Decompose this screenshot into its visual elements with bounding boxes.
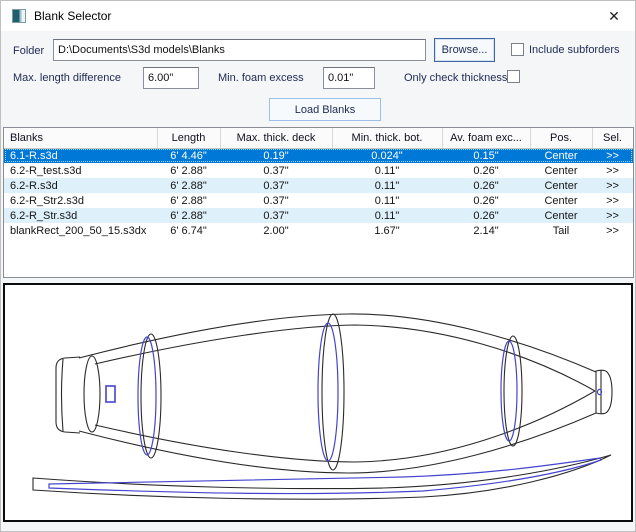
only-check-thickness-label: Only check thickness: [404, 72, 507, 84]
table-row[interactable]: 6.2-R_Str2.s3d6' 2.88"0.37"0.11"0.26"Cen…: [4, 193, 633, 208]
cell-av-foam: 2.14": [442, 223, 530, 238]
tail-stringer-mark: [106, 386, 115, 402]
cell-min-thick-bot: 0.11": [332, 163, 442, 178]
cell-name: 6.2-R_Str2.s3d: [4, 193, 157, 208]
only-check-thickness-checkbox[interactable]: [507, 70, 520, 83]
cell-max-thick-deck: 0.37": [220, 208, 332, 223]
browse-button[interactable]: Browse...: [434, 38, 495, 62]
cell-min-thick-bot: 0.11": [332, 193, 442, 208]
window-title: Blank Selector: [34, 9, 111, 23]
cell-av-foam: 0.26": [442, 208, 530, 223]
section-1-blank: [141, 334, 161, 458]
select-blank-button[interactable]: >>: [592, 178, 633, 193]
cell-length: 6' 2.88": [157, 178, 220, 193]
include-subfolders-label: Include subforders: [529, 44, 620, 56]
cell-av-foam: 0.15": [442, 148, 530, 163]
tail-cap: [56, 357, 80, 433]
section-2-blank: [322, 314, 344, 470]
cell-max-thick-deck: 0.19": [220, 148, 332, 163]
section-2-board: [318, 323, 338, 461]
cell-min-thick-bot: 1.67": [332, 223, 442, 238]
cell-pos: Center: [530, 178, 592, 193]
folder-path-input[interactable]: [53, 39, 426, 61]
cell-max-thick-deck: 0.37": [220, 178, 332, 193]
blank-preview-panel: [3, 283, 633, 522]
column-header-av-foam-excess[interactable]: Av. foam exc...: [442, 128, 530, 148]
cell-name: 6.2-R_test.s3d: [4, 163, 157, 178]
column-header-blanks[interactable]: Blanks: [4, 128, 157, 148]
include-subfolders-checkbox[interactable]: [511, 43, 524, 56]
select-blank-button[interactable]: >>: [592, 163, 633, 178]
cell-pos: Center: [530, 208, 592, 223]
nose-cap: [596, 370, 612, 414]
section-3-board: [501, 341, 517, 441]
cell-min-thick-bot: 0.11": [332, 208, 442, 223]
blanks-table: Blanks Length Max. thick. deck Min. thic…: [3, 127, 634, 278]
cell-name: 6.2-R.s3d: [4, 178, 157, 193]
cell-pos: Tail: [530, 223, 592, 238]
tail-section-curve: [84, 356, 100, 432]
section-3-blank: [504, 336, 522, 446]
cell-name: blankRect_200_50_15.s3dx: [4, 223, 157, 238]
table-row[interactable]: 6.1-R.s3d6' 4.46"0.19"0.024"0.15"Center>…: [4, 148, 633, 163]
max-length-difference-input[interactable]: [143, 67, 199, 89]
cell-max-thick-deck: 0.37": [220, 193, 332, 208]
folder-label: Folder: [13, 45, 44, 57]
min-foam-excess-label: Min. foam excess: [218, 72, 304, 84]
table-row[interactable]: 6.2-R_test.s3d6' 2.88"0.37"0.11"0.26"Cen…: [4, 163, 633, 178]
title-bar: Blank Selector ✕: [1, 1, 635, 31]
cell-max-thick-deck: 2.00": [220, 223, 332, 238]
cell-length: 6' 2.88": [157, 193, 220, 208]
app-icon: [12, 9, 26, 23]
cell-length: 6' 6.74": [157, 223, 220, 238]
table-row[interactable]: 6.2-R_Str.s3d6' 2.88"0.37"0.11"0.26"Cent…: [4, 208, 633, 223]
cell-min-thick-bot: 0.11": [332, 178, 442, 193]
cell-av-foam: 0.26": [442, 178, 530, 193]
cell-av-foam: 0.26": [442, 163, 530, 178]
cell-name: 6.1-R.s3d: [4, 148, 157, 163]
blank-selector-dialog: Blank Selector ✕ Folder Browse... Includ…: [0, 0, 636, 532]
cell-pos: Center: [530, 163, 592, 178]
column-header-pos[interactable]: Pos.: [530, 128, 592, 148]
column-header-sel[interactable]: Sel.: [592, 128, 633, 148]
table-row[interactable]: 6.2-R.s3d6' 2.88"0.37"0.11"0.26"Center>>: [4, 178, 633, 193]
board-overlay-drawing: [5, 285, 631, 520]
close-icon[interactable]: ✕: [603, 7, 625, 25]
column-header-min-thick-bot[interactable]: Min. thick. bot.: [332, 128, 442, 148]
max-length-difference-label: Max. length difference: [13, 72, 121, 84]
cell-pos: Center: [530, 148, 592, 163]
cell-av-foam: 0.26": [442, 193, 530, 208]
tail-cap-inner-edge: [62, 359, 64, 431]
cell-length: 6' 4.46": [157, 148, 220, 163]
column-header-length[interactable]: Length: [157, 128, 220, 148]
select-blank-button[interactable]: >>: [592, 208, 633, 223]
blank-table-body: 6.1-R.s3d6' 4.46"0.19"0.024"0.15"Center>…: [4, 148, 633, 238]
cell-min-thick-bot: 0.024": [332, 148, 442, 163]
min-foam-excess-input[interactable]: [323, 67, 375, 89]
load-blanks-button[interactable]: Load Blanks: [269, 98, 381, 121]
select-blank-button[interactable]: >>: [592, 223, 633, 238]
select-blank-button[interactable]: >>: [592, 193, 633, 208]
cell-length: 6' 2.88": [157, 163, 220, 178]
column-header-max-thick-deck[interactable]: Max. thick. deck: [220, 128, 332, 148]
cell-pos: Center: [530, 193, 592, 208]
cell-max-thick-deck: 0.37": [220, 163, 332, 178]
table-header-row: Blanks Length Max. thick. deck Min. thic…: [4, 128, 633, 148]
select-blank-button[interactable]: >>: [592, 148, 633, 163]
table-row[interactable]: blankRect_200_50_15.s3dx6' 6.74"2.00"1.6…: [4, 223, 633, 238]
cell-length: 6' 2.88": [157, 208, 220, 223]
cell-name: 6.2-R_Str.s3d: [4, 208, 157, 223]
nose-mark: [598, 389, 602, 394]
